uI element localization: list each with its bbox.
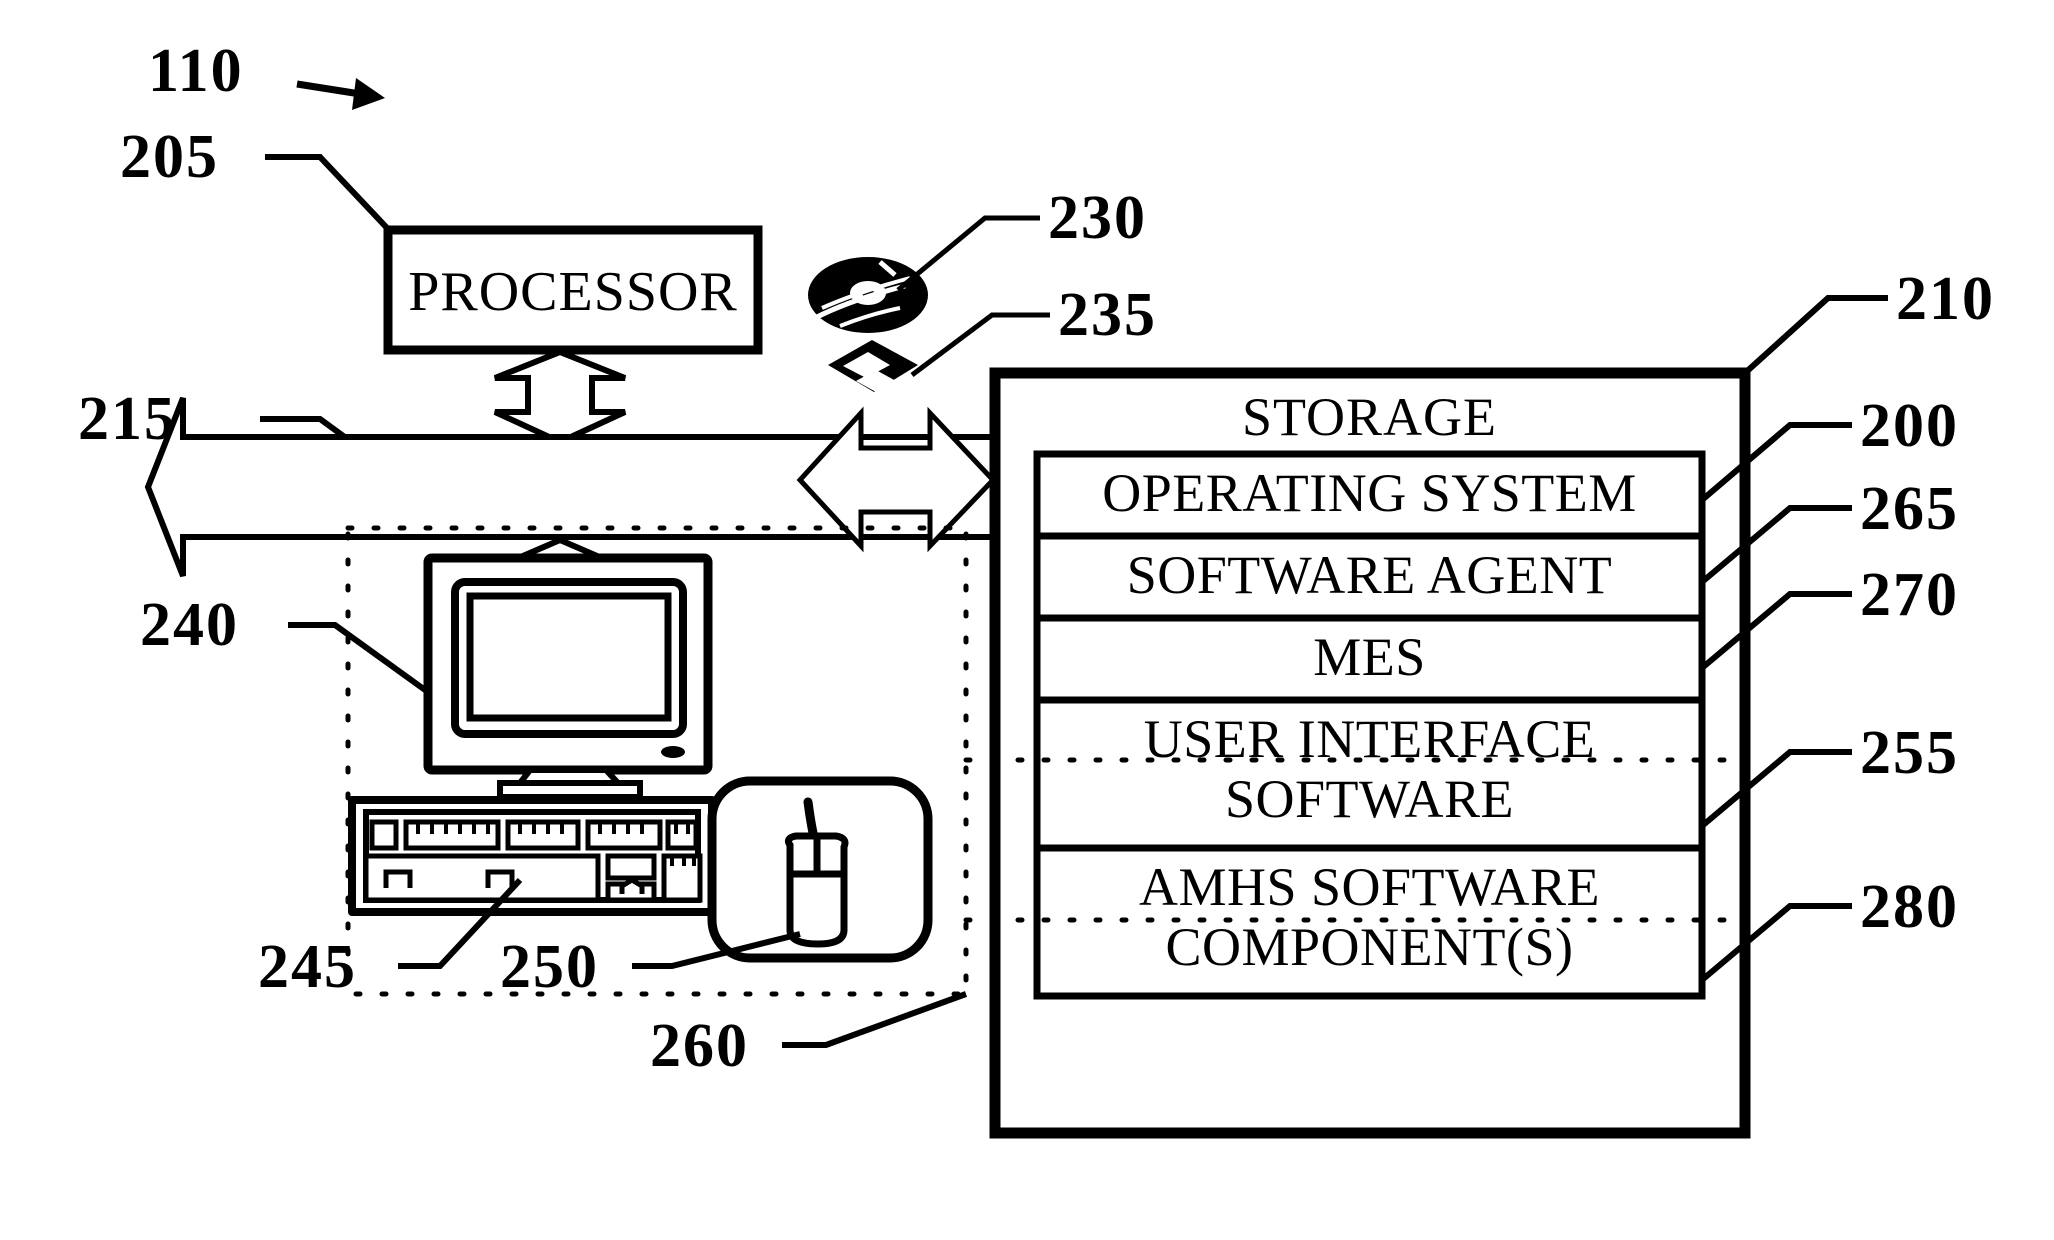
- ref-265: 265: [1860, 475, 1959, 543]
- system-pointer-arrow-icon: [296, 78, 385, 110]
- ref-245: 245: [258, 933, 357, 1001]
- leader-260: [782, 991, 968, 1048]
- storage-slot-label-amhs-software-component-line1: AMHS SOFTWARE: [1138, 857, 1601, 917]
- storage-label: STORAGE: [1241, 387, 1498, 447]
- floppy-disk-icon: [828, 340, 918, 392]
- leader-210: [1742, 295, 1888, 376]
- storage-slot-label-software-agent: SOFTWARE AGENT: [1126, 545, 1613, 605]
- ref-260: 260: [650, 1012, 749, 1080]
- leader-235: [910, 312, 1050, 377]
- ref-280: 280: [1860, 873, 1959, 941]
- optical-disc-icon: [808, 257, 928, 333]
- storage-slot-label-user-interface-software-line2: SOFTWARE: [1224, 769, 1515, 829]
- leader-240: [288, 622, 434, 698]
- patent-figure: 110 205 215 230 235 240 245 250 260 210 …: [0, 0, 2054, 1240]
- leader-205: [265, 154, 391, 232]
- processor-label: PROCESSOR: [408, 261, 738, 323]
- ref-210: 210: [1896, 265, 1995, 333]
- ref-270: 270: [1860, 561, 1959, 629]
- storage-slot-label-user-interface-software-line1: USER INTERFACE: [1143, 709, 1596, 769]
- ref-200: 200: [1860, 392, 1959, 460]
- storage-slot-label-amhs-software-component-line2: COMPONENT(S): [1165, 917, 1574, 977]
- ref-240: 240: [140, 591, 239, 659]
- ref-250: 250: [500, 933, 599, 1001]
- ref-230: 230: [1048, 184, 1147, 252]
- ref-215: 215: [78, 385, 177, 453]
- storage-slot-label-operating-system: OPERATING SYSTEM: [1102, 463, 1637, 523]
- storage-slot-label-mes: MES: [1313, 627, 1426, 687]
- ref-110: 110: [148, 37, 244, 105]
- computer-mouse-icon: [707, 776, 933, 963]
- ref-235: 235: [1058, 281, 1157, 349]
- ref-255: 255: [1860, 719, 1959, 787]
- crt-monitor-icon: [423, 553, 713, 800]
- figure-line-art: [144, 78, 1888, 1139]
- ref-205: 205: [120, 123, 219, 191]
- keyboard-icon: [348, 796, 716, 916]
- processor-bus-double-arrow-icon: [493, 348, 627, 446]
